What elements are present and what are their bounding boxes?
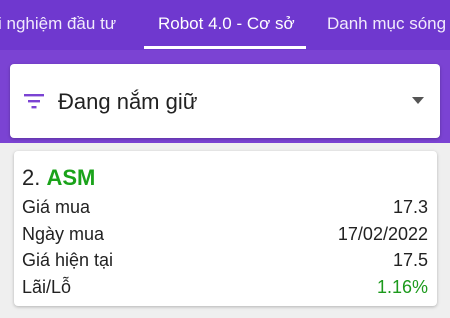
profit-loss-value: 1.16% bbox=[376, 277, 428, 297]
buy-price-value: 17.3 bbox=[392, 197, 428, 217]
current-price-row: Giá hiện tại 17.5 bbox=[22, 250, 428, 272]
profit-loss-label: Lãi/Lỗ bbox=[22, 277, 72, 297]
stock-symbol: ASM bbox=[46, 165, 96, 190]
active-tab-indicator bbox=[144, 46, 306, 49]
holding-index: 2. bbox=[22, 165, 41, 190]
holding-card[interactable]: 2. ASM Giá mua 17.3 Ngày mua 17/02/2022 … bbox=[14, 151, 437, 306]
chevron-down-icon bbox=[412, 97, 424, 104]
buy-date-row: Ngày mua 17/02/2022 bbox=[22, 224, 428, 246]
holding-title: 2. ASM bbox=[22, 165, 95, 191]
profit-loss-row: Lãi/Lỗ 1.16% bbox=[22, 277, 428, 299]
holding-status-dropdown[interactable]: Đang nắm giữ bbox=[10, 64, 440, 138]
buy-price-label: Giá mua bbox=[22, 197, 91, 217]
tab-investment-experience[interactable]: i nghiệm đầu tư bbox=[0, 14, 116, 34]
current-price-label: Giá hiện tại bbox=[22, 250, 114, 270]
dropdown-selected-value: Đang nắm giữ bbox=[58, 89, 198, 114]
buy-price-row: Giá mua 17.3 bbox=[22, 197, 428, 219]
tab-robot-basic[interactable]: Robot 4.0 - Cơ sở bbox=[158, 14, 295, 34]
buy-date-value: 17/02/2022 bbox=[337, 224, 428, 244]
buy-date-label: Ngày mua bbox=[22, 224, 105, 244]
tab-wave-portfolio[interactable]: Danh mục sóng bbox=[327, 14, 446, 34]
current-price-value: 17.5 bbox=[392, 250, 428, 270]
filter-icon bbox=[24, 94, 44, 109]
top-tab-bar: i nghiệm đầu tư Robot 4.0 - Cơ sở Danh m… bbox=[0, 0, 450, 50]
